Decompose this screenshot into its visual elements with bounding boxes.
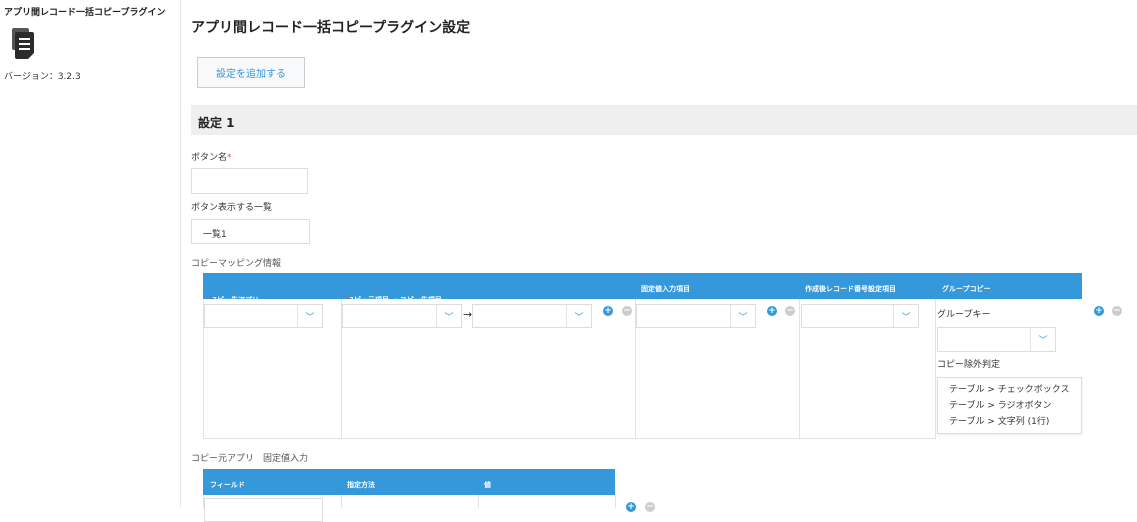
add-mapping-button[interactable]: + <box>1094 306 1104 316</box>
chevron-down-icon: ﹀ <box>297 305 322 327</box>
group-key-select[interactable]: ﹀ <box>937 327 1056 352</box>
group-key-label: グループキー <box>937 310 991 320</box>
button-name-label: ボタン名* <box>191 150 232 163</box>
plugin-title: アプリ間レコード一括コピープラグイン <box>4 8 166 18</box>
src-field-select[interactable]: ﹀ <box>342 304 462 328</box>
table-divider <box>341 495 342 508</box>
exclude-option[interactable]: テーブル > ラジオボタン <box>949 398 1081 414</box>
exclude-listbox[interactable]: テーブル > チェックボックス テーブル > ラジオボタン テーブル > 文字列… <box>937 377 1082 434</box>
dest-field-select[interactable]: ﹀ <box>472 304 592 328</box>
table-divider <box>615 495 616 508</box>
table-border <box>203 438 936 439</box>
remove-row-button[interactable]: − <box>622 306 632 316</box>
exclude-option[interactable]: テーブル > 文字列 (1行) <box>949 414 1081 430</box>
fixed-table-header: フィールド 指定方法 値 <box>203 469 615 495</box>
th-method: 指定方法 <box>347 481 375 489</box>
record-no-select[interactable]: ﹀ <box>801 304 919 328</box>
exclude-option[interactable]: テーブル > チェックボックス <box>949 382 1081 398</box>
remove-mapping-button[interactable]: − <box>1112 306 1122 316</box>
button-name-label-text: ボタン名 <box>191 153 228 163</box>
mapping-label: コピーマッピング情報 <box>191 259 282 269</box>
setting-section-header: 設定 1 <box>191 105 1137 135</box>
sidebar: アプリ間レコード一括コピープラグイン バージョン：3.2.3 <box>0 0 181 508</box>
setting-heading: 設定 1 <box>198 116 235 130</box>
add-fixed-value-button[interactable]: + <box>626 502 636 512</box>
th-fixed: 固定値入力項目 <box>641 285 690 293</box>
mapping-table-header: コピー先アプリ * コピー元項目 → コピー先項目 * 固定値入力項目 作成後レ… <box>203 273 1082 304</box>
mapping-arrow: → <box>463 308 473 321</box>
exclude-label: コピー除外判定 <box>937 360 1001 370</box>
table-divider <box>799 299 800 438</box>
th-group: グループコピー <box>942 285 991 293</box>
button-name-input[interactable] <box>191 168 308 194</box>
version-text: バージョン：3.2.3 <box>4 72 81 82</box>
add-setting-button[interactable]: 設定を追加する <box>197 57 305 88</box>
th-record-no: 作成後レコード番号設定項目 <box>805 285 896 293</box>
remove-fixed-button[interactable]: − <box>785 306 795 316</box>
chevron-down-icon: ﹀ <box>566 305 591 327</box>
list-value: 一覧1 <box>203 230 227 240</box>
list-select[interactable]: 一覧1 <box>191 219 310 244</box>
list-label: ボタン表示する一覧 <box>191 203 273 213</box>
chevron-down-icon: ﹀ <box>1030 328 1055 351</box>
add-fixed-button[interactable]: + <box>767 306 777 316</box>
required-mark: * <box>227 153 232 163</box>
document-icon <box>9 28 35 64</box>
fixed-section-label: コピー元アプリ 固定値入力 <box>191 454 309 464</box>
th-value: 値 <box>484 481 491 489</box>
chevron-down-icon: ﹀ <box>730 305 755 327</box>
th-field: フィールド <box>210 481 245 489</box>
fixed-field-select-2[interactable] <box>204 498 323 522</box>
add-row-button[interactable]: + <box>603 306 613 316</box>
page-title: アプリ間レコード一括コピープラグイン設定 <box>191 20 471 36</box>
remove-fixed-value-button[interactable]: − <box>645 502 655 512</box>
table-divider <box>478 495 479 508</box>
dest-app-select[interactable]: ﹀ <box>204 304 323 328</box>
table-divider <box>935 299 936 438</box>
fixed-field-select[interactable]: ﹀ <box>636 304 756 328</box>
chevron-down-icon: ﹀ <box>436 305 461 327</box>
chevron-down-icon: ﹀ <box>893 305 918 327</box>
